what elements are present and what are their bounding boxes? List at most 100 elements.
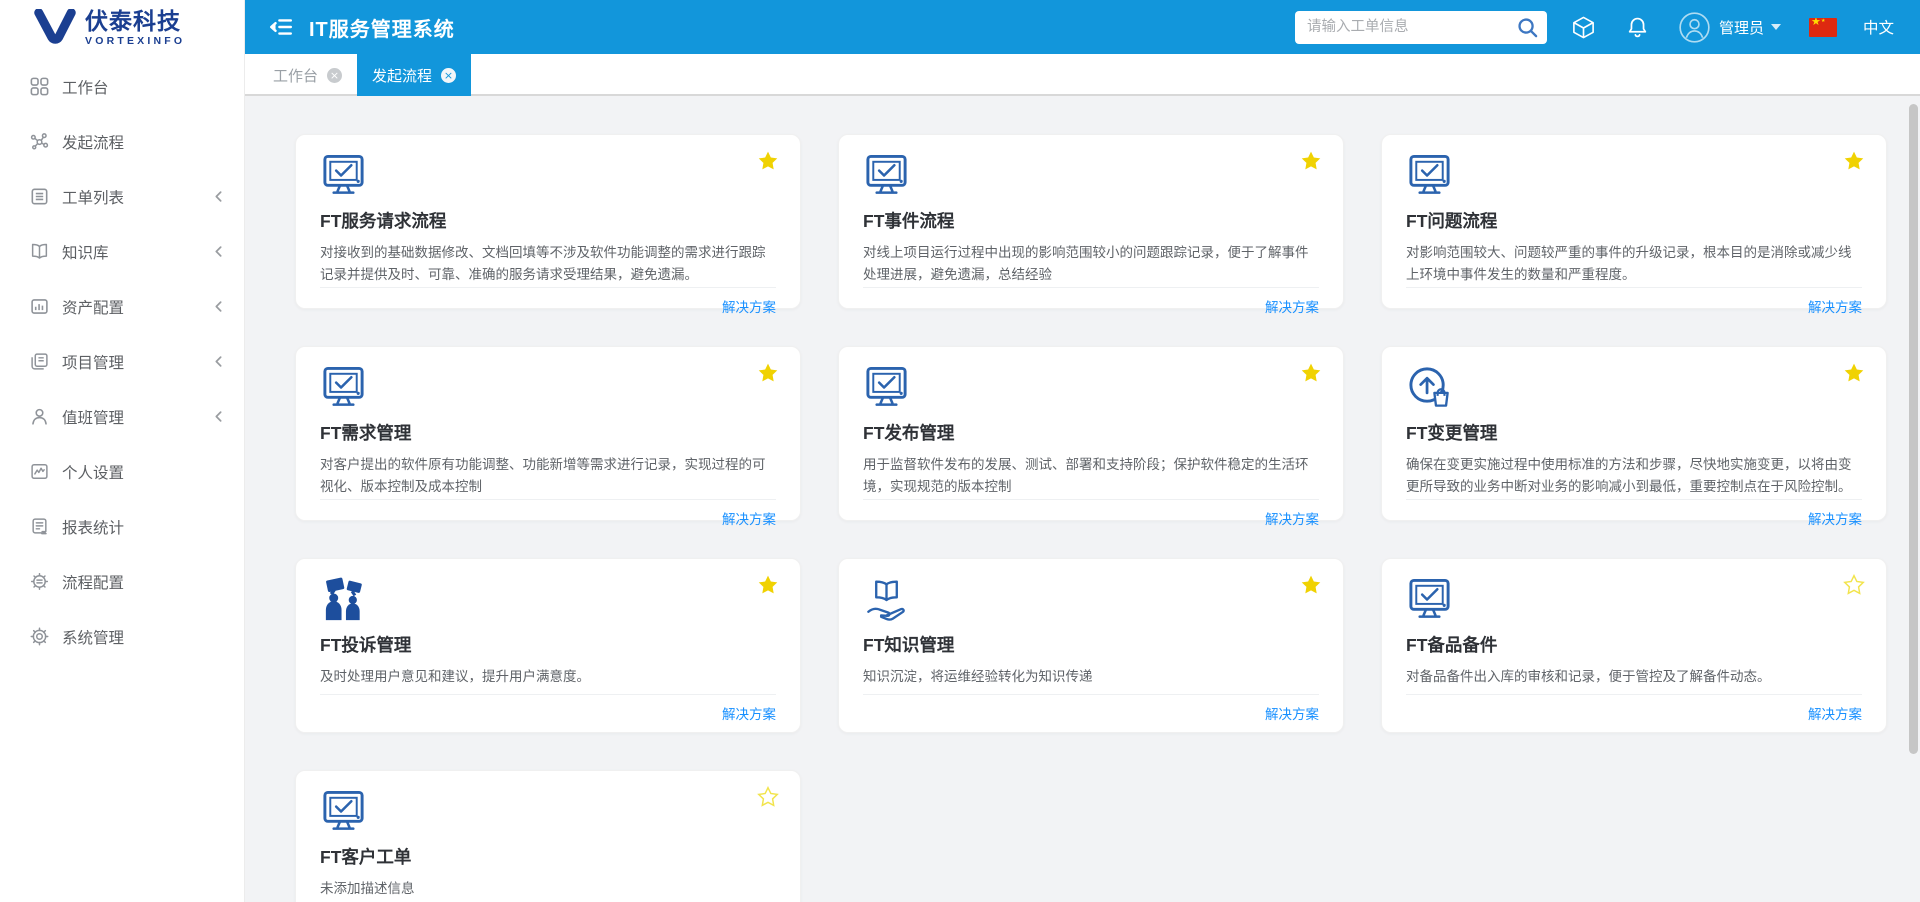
- tab[interactable]: 工作台 ×: [258, 54, 357, 96]
- card-footer: 解决方案: [863, 287, 1319, 317]
- apps-cube-icon[interactable]: [1571, 15, 1596, 40]
- sidebar-item[interactable]: 系统管理: [0, 609, 244, 664]
- card-title: FT服务请求流程: [320, 208, 776, 233]
- card-description: 对备品备件出入库的审核和记录，便于管控及了解备件动态。: [1406, 666, 1862, 688]
- card-footer: 解决方案: [1406, 499, 1862, 529]
- favorite-star-icon[interactable]: [1843, 574, 1865, 596]
- company-name-en: VORTEXINFO: [85, 36, 185, 47]
- card-title: FT知识管理: [863, 632, 1319, 657]
- sidebar-item[interactable]: 值班管理: [0, 389, 244, 444]
- solution-link[interactable]: 解决方案: [722, 300, 776, 315]
- avatar: [1679, 12, 1710, 43]
- sidebar-item-label: 发起流程: [62, 131, 124, 153]
- sidebar-item-label: 知识库: [62, 241, 109, 263]
- sidebar-item[interactable]: 项目管理: [0, 334, 244, 389]
- notification-bell-icon[interactable]: [1626, 15, 1649, 39]
- sidebar-item[interactable]: 工单列表: [0, 169, 244, 224]
- app-window: 伏泰科技 VORTEXINFO 工作台 发起流程: [0, 0, 1920, 902]
- card-title: FT投诉管理: [320, 632, 776, 657]
- card-title: FT事件流程: [863, 208, 1319, 233]
- favorite-star-icon[interactable]: [757, 150, 779, 172]
- caret-down-icon: [1771, 24, 1781, 30]
- card-title: FT需求管理: [320, 420, 776, 445]
- favorite-star-icon[interactable]: [757, 362, 779, 384]
- process-card[interactable]: FT需求管理 对客户提出的软件原有功能调整、功能新增等需求进行记录，实现过程的可…: [295, 346, 801, 521]
- close-icon[interactable]: ×: [327, 68, 342, 83]
- sidebar-collapse-icon[interactable]: [269, 18, 293, 36]
- solution-link[interactable]: 解决方案: [1808, 512, 1862, 527]
- card-description: 知识沉淀，将运维经验转化为知识传递: [863, 666, 1319, 688]
- solution-link[interactable]: 解决方案: [1265, 707, 1319, 722]
- china-flag-icon[interactable]: ★ ★: [1809, 18, 1837, 37]
- sidebar-item-label: 值班管理: [62, 406, 124, 428]
- logo: 伏泰科技 VORTEXINFO: [0, 0, 244, 56]
- sidebar-item[interactable]: 资产配置: [0, 279, 244, 334]
- sidebar-item[interactable]: 知识库: [0, 224, 244, 279]
- book-icon: [30, 242, 49, 261]
- project-docs-icon: [30, 352, 49, 371]
- favorite-star-icon[interactable]: [757, 574, 779, 596]
- solution-link[interactable]: 解决方案: [1808, 707, 1862, 722]
- tab-label: 发起流程: [372, 65, 432, 86]
- tab[interactable]: 发起流程 ×: [357, 54, 471, 96]
- card-footer: 解决方案: [1406, 287, 1862, 317]
- solution-link[interactable]: 解决方案: [1265, 512, 1319, 527]
- favorite-star-icon[interactable]: [1843, 362, 1865, 384]
- process-card[interactable]: FT问题流程 对影响范围较大、问题较严重的事件的升级记录，根本目的是消除或减少线…: [1381, 134, 1887, 309]
- process-card[interactable]: FT备品备件 对备品备件出入库的审核和记录，便于管控及了解备件动态。 解决方案: [1381, 558, 1887, 733]
- scrollbar-thumb[interactable]: [1909, 104, 1918, 754]
- process-card[interactable]: FT知识管理 知识沉淀，将运维经验转化为知识传递 解决方案: [838, 558, 1344, 733]
- process-card[interactable]: FT发布管理 用于监督软件发布的发展、测试、部署和支持阶段；保护软件稳定的生活环…: [838, 346, 1344, 521]
- search-icon[interactable]: [1516, 16, 1539, 39]
- close-icon[interactable]: ×: [441, 68, 456, 83]
- flow-icon: [30, 132, 49, 151]
- chevron-left-icon: [213, 410, 224, 423]
- solution-link[interactable]: 解决方案: [1265, 300, 1319, 315]
- favorite-star-icon[interactable]: [1300, 574, 1322, 596]
- sidebar-item[interactable]: 发起流程: [0, 114, 244, 169]
- report-icon: [30, 517, 49, 536]
- favorite-star-icon[interactable]: [757, 786, 779, 808]
- header-right: 管理员 ★ ★ 中文: [1295, 11, 1894, 44]
- solution-link[interactable]: 解决方案: [1808, 300, 1862, 315]
- sidebar: 伏泰科技 VORTEXINFO 工作台 发起流程: [0, 0, 245, 902]
- complaint-people-icon: [320, 576, 367, 623]
- sidebar-item[interactable]: 工作台: [0, 59, 244, 114]
- card-footer: 解决方案: [1406, 694, 1862, 732]
- process-card[interactable]: FT变更管理 确保在变更实施过程中使用标准的方法和步骤，尽快地实施变更，以将由变…: [1381, 346, 1887, 521]
- card-description: 对线上项目运行过程中出现的影响范围较小的问题跟踪记录，便于了解事件处理进展，避免…: [863, 242, 1319, 287]
- language-switcher[interactable]: 中文: [1863, 16, 1894, 38]
- process-card[interactable]: FT客户工单 未添加描述信息 解决方案: [295, 770, 801, 902]
- sidebar-item[interactable]: 报表统计: [0, 499, 244, 554]
- sidebar-menu: 工作台 发起流程 工单列表 知识库: [0, 56, 244, 664]
- card-footer: 解决方案: [863, 499, 1319, 529]
- main-area: IT服务管理系统 管理员 ★ ★ 中文: [245, 0, 1920, 902]
- user-menu[interactable]: 管理员: [1679, 12, 1781, 43]
- favorite-star-icon[interactable]: [1843, 150, 1865, 172]
- card-description: 用于监督软件发布的发展、测试、部署和支持阶段；保护软件稳定的生活环境，实现规范的…: [863, 454, 1319, 499]
- monitor-check-icon: [1406, 576, 1453, 623]
- process-card[interactable]: FT服务请求流程 对接收到的基础数据修改、文档回填等不涉及软件功能调整的需求进行…: [295, 134, 801, 309]
- sidebar-item[interactable]: 个人设置: [0, 444, 244, 499]
- card-description: 及时处理用户意见和建议，提升用户满意度。: [320, 666, 776, 688]
- monitor-check-icon: [1406, 152, 1453, 199]
- top-header: IT服务管理系统 管理员 ★ ★ 中文: [245, 0, 1920, 54]
- solution-link[interactable]: 解决方案: [722, 512, 776, 527]
- asset-chart-icon: [30, 297, 49, 316]
- process-card[interactable]: FT事件流程 对线上项目运行过程中出现的影响范围较小的问题跟踪记录，便于了解事件…: [838, 134, 1344, 309]
- favorite-star-icon[interactable]: [1300, 362, 1322, 384]
- sidebar-item[interactable]: 流程配置: [0, 554, 244, 609]
- tab-bar: 工作台 × 发起流程 ×: [245, 54, 1920, 96]
- solution-link[interactable]: 解决方案: [722, 707, 776, 722]
- sidebar-item-label: 报表统计: [62, 516, 124, 538]
- favorite-star-icon[interactable]: [1300, 150, 1322, 172]
- chevron-left-icon: [213, 245, 224, 258]
- sidebar-item-label: 流程配置: [62, 571, 124, 593]
- card-footer: 解决方案: [320, 499, 776, 529]
- card-description: 对影响范围较大、问题较严重的事件的升级记录，根本目的是消除或减少线上环境中事件发…: [1406, 242, 1862, 287]
- process-card[interactable]: FT投诉管理 及时处理用户意见和建议，提升用户满意度。 解决方案: [295, 558, 801, 733]
- search-input[interactable]: [1295, 11, 1547, 44]
- card-description: 未添加描述信息: [320, 878, 776, 900]
- user-name: 管理员: [1719, 17, 1764, 38]
- card-footer: 解决方案: [863, 694, 1319, 732]
